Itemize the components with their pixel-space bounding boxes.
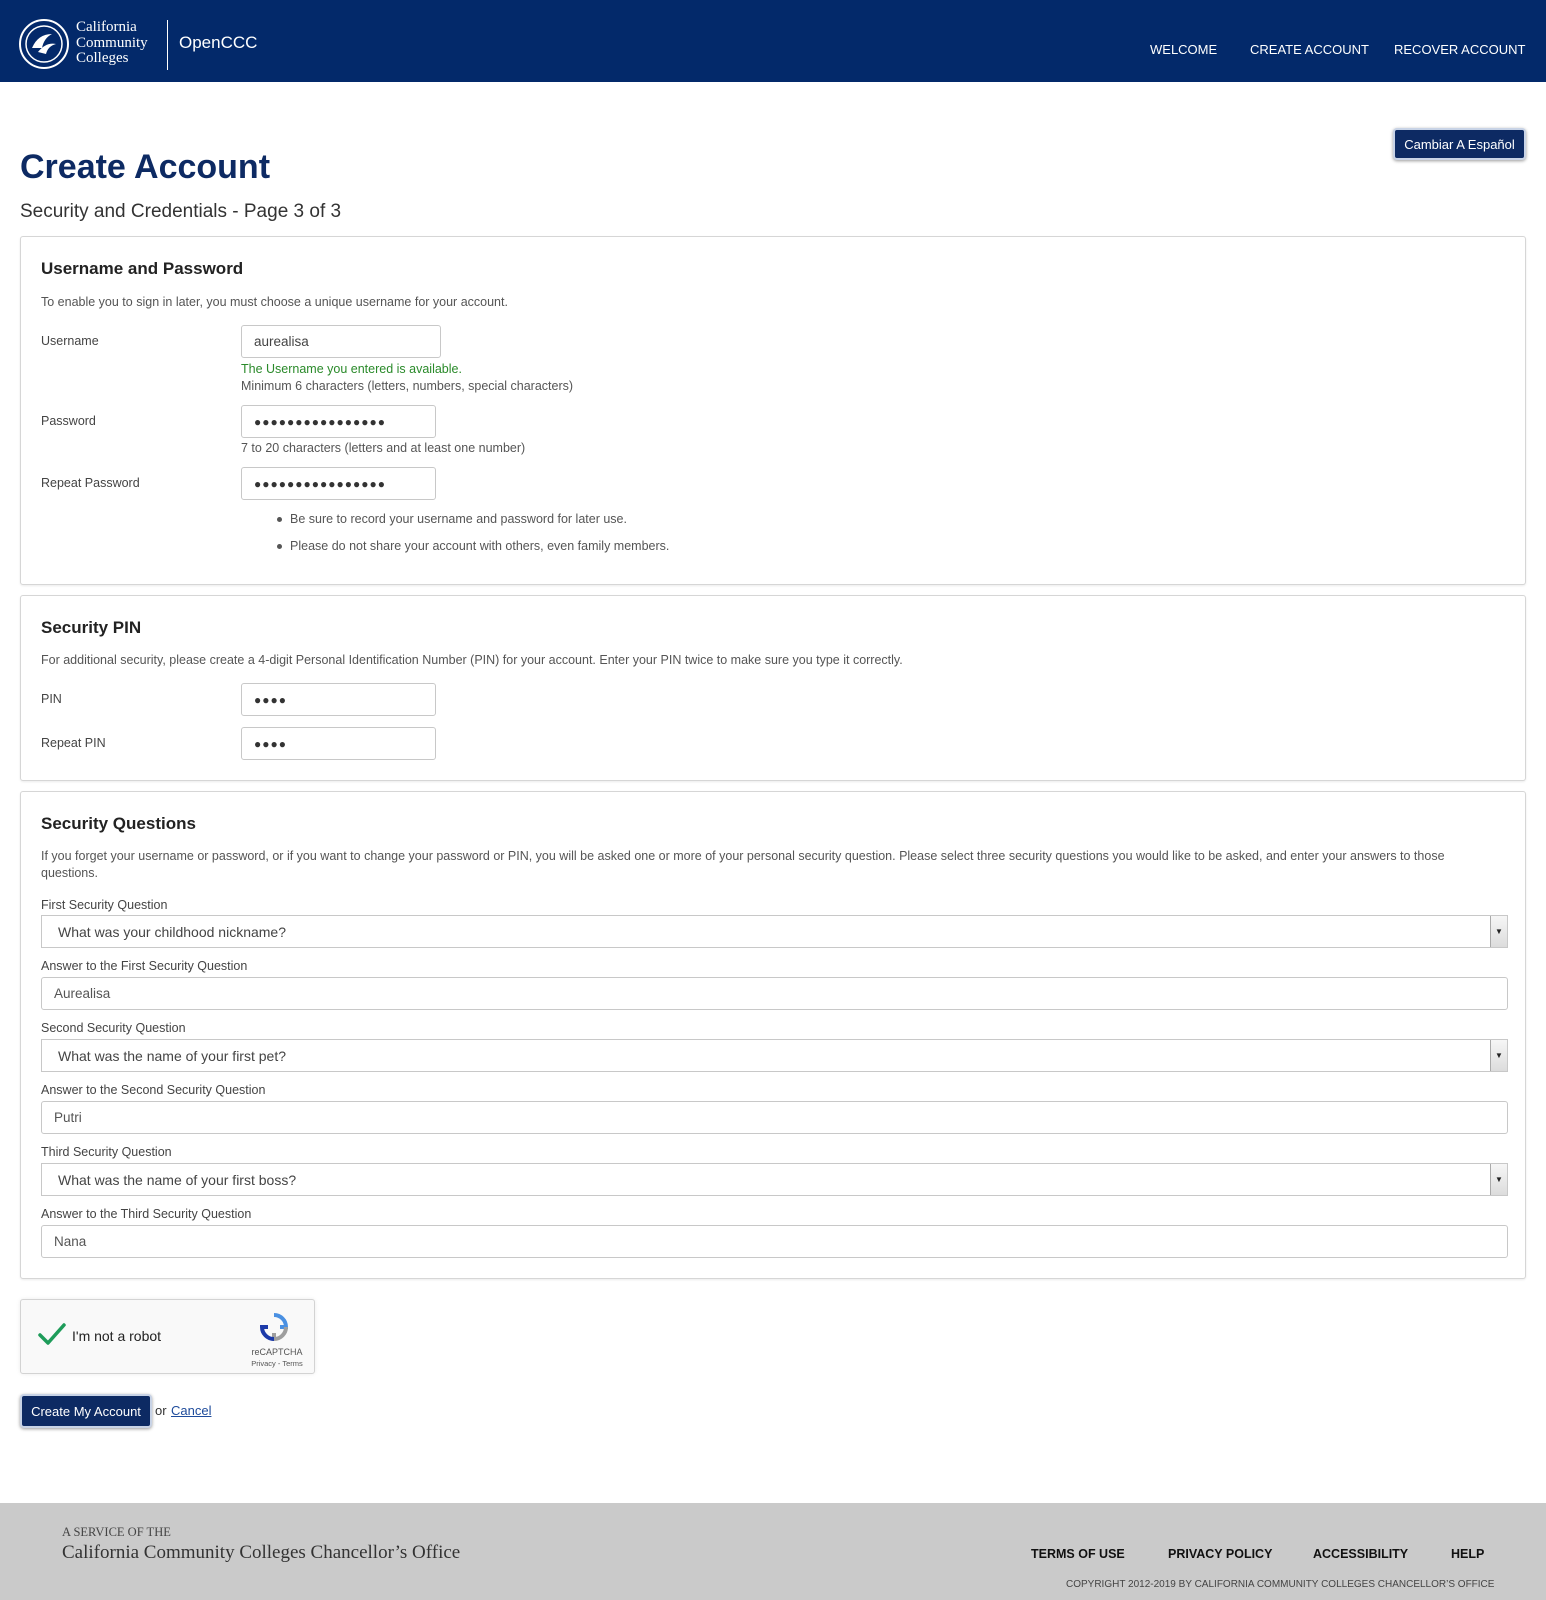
repeat-pin-input[interactable]: ●●●● [241,727,436,760]
create-account-button[interactable]: Create My Account [20,1394,152,1428]
nav-recover-account[interactable]: RECOVER ACCOUNT [1394,42,1525,57]
username-availability: The Username you entered is available. [241,362,462,376]
password-hint: 7 to 20 characters (letters and at least… [241,441,526,455]
chevron-down-icon[interactable]: ▼ [1490,1164,1507,1195]
site-header: California Community Colleges OpenCCC WE… [0,0,1546,82]
first-answer-input[interactable]: Aurealisa [41,977,1508,1010]
footer-accessibility-link[interactable]: ACCESSIBILITY [1313,1547,1408,1561]
first-question-value: What was your childhood nickname? [58,923,287,940]
recaptcha-label: I'm not a robot [72,1328,162,1344]
app-name[interactable]: OpenCCC [179,33,257,53]
password-input[interactable]: ●●●●●●●●●●●●●●●● [241,405,436,438]
repeat-password-input[interactable]: ●●●●●●●●●●●●●●●● [241,467,436,500]
nav-create-account[interactable]: CREATE ACCOUNT [1250,42,1369,57]
password-label: Password [41,414,96,428]
second-question-value: What was the name of your first pet? [58,1047,286,1064]
second-answer-input[interactable]: Putri [41,1101,1508,1134]
footer-terms-link[interactable]: TERMS OF USE [1031,1547,1125,1561]
site-footer: A SERVICE OF THE California Community Co… [0,1503,1546,1600]
questions-title: Security Questions [41,814,196,833]
nav-welcome[interactable]: WELCOME [1150,42,1217,57]
username-input[interactable]: aurealisa [241,325,441,358]
username-label: Username [41,334,99,348]
footer-office-name[interactable]: California Community Colleges Chancellor… [62,1542,460,1564]
recaptcha-privacy-terms[interactable]: Privacy - Terms [249,1359,305,1368]
logo-line: California [76,19,137,35]
page-subtitle: Security and Credentials - Page 3 of 3 [20,201,342,222]
pin-panel: Security PIN For additional security, pl… [20,595,1526,781]
credentials-note: Be sure to record your username and pass… [277,512,627,526]
pin-input[interactable]: ●●●● [241,683,436,716]
checkmark-icon[interactable] [37,1320,67,1350]
page-title: Create Account [20,148,271,186]
language-toggle-button[interactable]: Cambiar A Español [1393,128,1526,160]
third-answer-input[interactable]: Nana [41,1225,1508,1258]
pin-label: PIN [41,692,62,706]
ccc-seal-icon[interactable] [18,18,70,70]
logo-line: Community [76,34,148,51]
second-question-label: Second Security Question [41,1021,186,1035]
questions-description: If you forget your username or password,… [41,849,1445,880]
username-hint: Minimum 6 characters (letters, numbers, … [241,379,574,393]
credentials-note: Please do not share your account with ot… [276,539,670,553]
first-answer-label: Answer to the First Security Question [41,959,248,973]
first-question-select[interactable]: What was your childhood nickname? ▼ [41,915,1508,948]
third-answer-label: Answer to the Third Security Question [41,1207,252,1221]
second-question-select[interactable]: What was the name of your first pet? ▼ [41,1039,1508,1072]
or-text: or [155,1403,167,1418]
credentials-title: Username and Password [41,259,244,278]
second-answer-label: Answer to the Second Security Question [41,1083,266,1097]
footer-service-label: A SERVICE OF THE [62,1525,171,1539]
footer-copyright: COPYRIGHT 2012-2019 BY CALIFORNIA COMMUN… [1066,1579,1495,1590]
footer-help-link[interactable]: HELP [1451,1547,1484,1561]
credentials-panel: Username and Password To enable you to s… [20,236,1526,585]
pin-description: For additional security, please create a… [41,653,903,667]
first-question-label: First Security Question [41,898,168,912]
logo-wordmark: California Community Colleges [76,19,148,67]
third-question-value: What was the name of your first boss? [58,1171,297,1188]
cancel-link[interactable]: Cancel [171,1403,211,1418]
security-questions-panel: Security Questions If you forget your us… [20,791,1526,1279]
repeat-pin-label: Repeat PIN [41,736,106,750]
pin-title: Security PIN [41,618,142,637]
third-question-select[interactable]: What was the name of your first boss? ▼ [41,1163,1508,1196]
third-question-label: Third Security Question [41,1145,172,1159]
repeat-password-label: Repeat Password [41,476,140,490]
recaptcha-widget: I'm not a robot reCAPTCHA Privacy - Term… [20,1299,315,1374]
chevron-down-icon[interactable]: ▼ [1490,1040,1507,1071]
recaptcha-logo-icon [259,1313,289,1342]
recaptcha-brand: reCAPTCHA [251,1347,303,1357]
logo-line: Colleges [76,50,129,66]
chevron-down-icon[interactable]: ▼ [1490,916,1507,947]
credentials-description: To enable you to sign in later, you must… [41,295,508,309]
footer-privacy-link[interactable]: PRIVACY POLICY [1168,1547,1272,1561]
header-divider [167,20,168,70]
